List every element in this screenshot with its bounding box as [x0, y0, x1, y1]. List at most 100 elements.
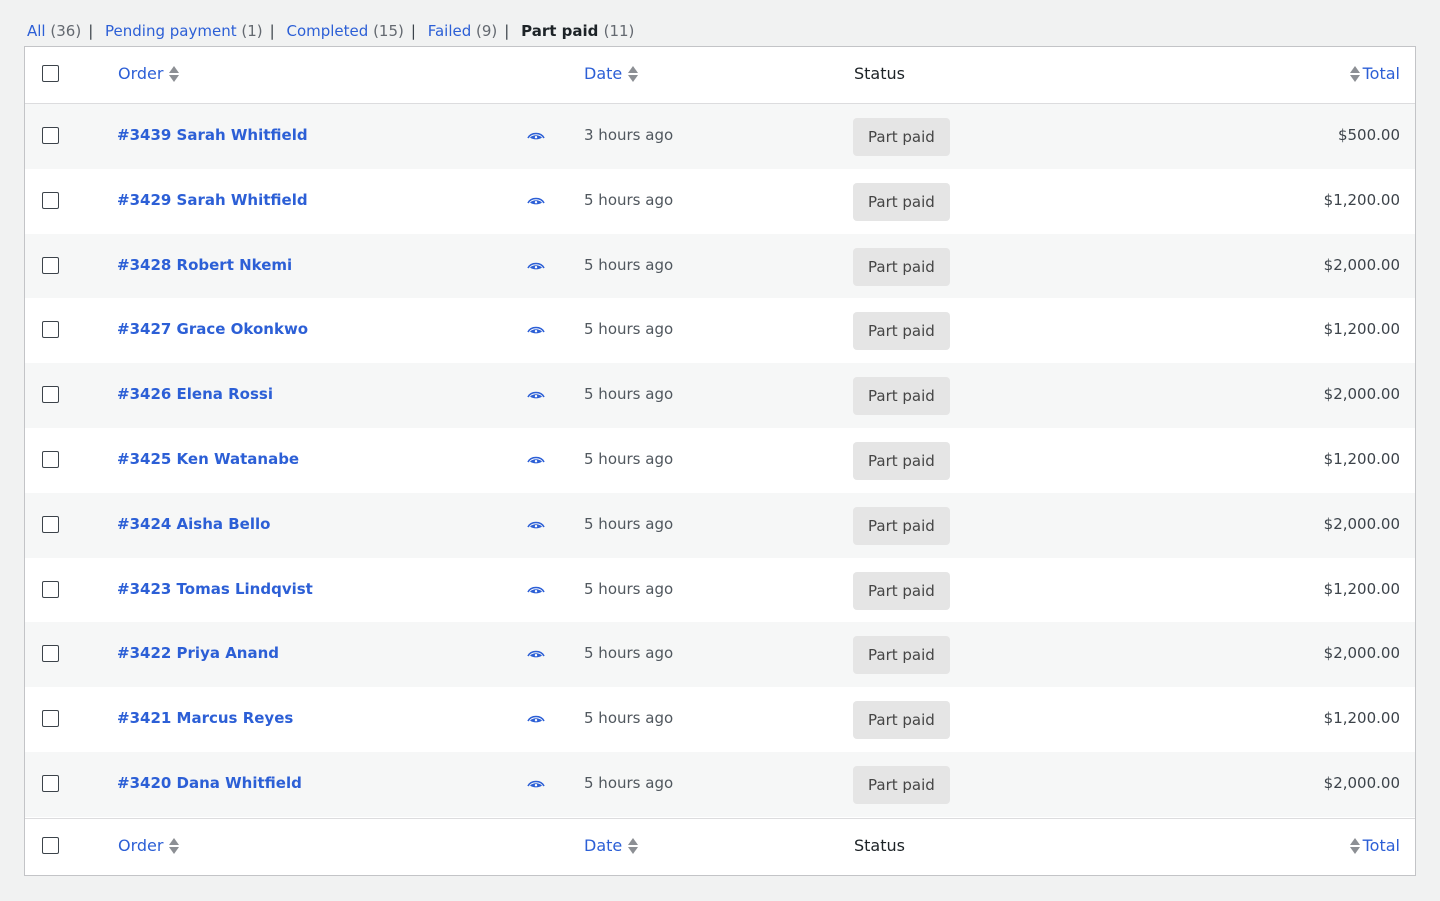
filter-failed: Failed (9) |: [428, 22, 521, 40]
column-footer-order[interactable]: Order: [118, 836, 180, 855]
row-checkbox[interactable]: [42, 450, 59, 468]
order-total: $1,200.00: [1323, 449, 1400, 468]
status-badge: Part paid: [853, 118, 950, 156]
filter-part-paid-label: Part paid: [521, 22, 599, 40]
table-row: #3426 Elena Rossi 5 hours ago Part paid $2,…: [25, 363, 1415, 428]
table-row: #3425 Ken Watanabe 5 hours ago Part paid $1…: [25, 427, 1415, 493]
order-link[interactable]: #3424 Aisha Bello: [117, 515, 270, 533]
row-checkbox[interactable]: [42, 580, 59, 598]
row-checkbox[interactable]: [42, 645, 59, 663]
order-date: 5 hours ago: [584, 190, 674, 209]
filter-all-link[interactable]: All (36): [27, 22, 81, 40]
filter-all-label: All: [27, 22, 46, 40]
order-link[interactable]: #3429 Sarah Whitfield: [117, 191, 308, 209]
filter-failed-link[interactable]: Failed (9): [428, 22, 498, 40]
order-link[interactable]: #3439 Sarah Whitfield: [117, 126, 308, 144]
order-date: 5 hours ago: [584, 449, 674, 468]
order-total: $1,200.00: [1323, 320, 1400, 339]
table-row: #3423 Tomas Lindqvist 5 hours ago Part pai…: [25, 557, 1415, 623]
order-link[interactable]: #3423 Tomas Lindqvist: [117, 580, 313, 598]
column-header-total[interactable]: Total: [1349, 64, 1400, 83]
order-total: $2,000.00: [1323, 644, 1400, 663]
sort-arrows-icon: [169, 65, 180, 83]
row-checkbox[interactable]: [42, 127, 59, 144]
order-total: $2,000.00: [1323, 385, 1400, 404]
order-link[interactable]: #3428 Robert Nkemi: [117, 256, 292, 274]
column-footer-date[interactable]: Date: [584, 836, 639, 855]
column-header-status: Status: [854, 64, 905, 83]
order-date: 5 hours ago: [584, 320, 674, 339]
select-all-checkbox-footer[interactable]: [42, 837, 59, 854]
eye-icon-svg: [527, 651, 545, 658]
order-link[interactable]: #3421 Marcus Reyes: [117, 709, 293, 727]
eye-icon[interactable]: [527, 259, 545, 273]
order-total: $1,200.00: [1323, 579, 1400, 598]
order-link[interactable]: #3420 Dana Whitfield: [117, 774, 302, 792]
table-footer: Order Date Status Total: [25, 818, 1415, 875]
order-total: $1,200.00: [1323, 190, 1400, 209]
table-row: #3424 Aisha Bello 5 hours ago Part paid $2,…: [25, 492, 1415, 558]
order-link[interactable]: #3425 Ken Watanabe: [117, 450, 299, 468]
status-badge: Part paid: [853, 571, 950, 610]
column-header-order-label: Order: [118, 64, 164, 83]
row-checkbox[interactable]: [42, 191, 59, 209]
row-checkbox[interactable]: [42, 515, 59, 533]
status-badge: Part paid: [853, 441, 950, 480]
table-row: #3428 Robert Nkemi 5 hours ago Part paid $2…: [25, 233, 1415, 299]
orders-table: Order Date Status Total #3439 Sarah Whit…: [24, 46, 1416, 876]
order-date: 5 hours ago: [584, 709, 674, 728]
eye-icon[interactable]: [527, 129, 545, 143]
column-header-date-label: Date: [584, 64, 623, 83]
row-checkbox[interactable]: [42, 321, 59, 339]
sort-arrows-icon: [1349, 837, 1360, 855]
status-badge: Part paid: [853, 636, 950, 675]
filter-part-paid: Part paid (11): [521, 22, 634, 40]
table-row: #3420 Dana Whitfield 5 hours ago Part paid…: [25, 751, 1415, 817]
column-header-order[interactable]: Order: [118, 64, 180, 83]
filter-pending-payment-count: (1): [241, 22, 263, 40]
eye-icon[interactable]: [527, 194, 545, 208]
eye-icon[interactable]: [527, 777, 545, 791]
filter-pending-payment-label: Pending payment: [105, 22, 237, 40]
status-badge: Part paid: [853, 312, 950, 351]
filter-completed: Completed (15) |: [286, 22, 427, 40]
row-checkbox[interactable]: [42, 710, 59, 728]
table-row: #3429 Sarah Whitfield 5 hours ago Part pai…: [25, 168, 1415, 234]
eye-icon-svg: [527, 521, 545, 529]
eye-icon[interactable]: [527, 518, 545, 532]
filter-part-paid-link[interactable]: Part paid (11): [521, 22, 634, 40]
eye-icon[interactable]: [527, 453, 545, 467]
order-date: 5 hours ago: [584, 579, 674, 598]
order-date: 5 hours ago: [584, 514, 674, 533]
order-link[interactable]: #3422 Priya Anand: [117, 644, 279, 662]
eye-icon-svg: [527, 262, 545, 269]
order-link[interactable]: #3427 Grace Okonkwo: [117, 320, 308, 338]
order-link[interactable]: #3426 Elena Rossi: [117, 385, 273, 403]
status-badge: Part paid: [853, 701, 950, 740]
column-header-date[interactable]: Date: [584, 64, 639, 83]
row-checkbox[interactable]: [42, 774, 59, 792]
eye-icon[interactable]: [527, 323, 545, 337]
filter-part-paid-count: (11): [603, 22, 635, 40]
sort-arrows-icon: [169, 837, 180, 855]
column-footer-date-label: Date: [584, 836, 623, 855]
order-total: $2,000.00: [1323, 773, 1400, 792]
filter-separator: |: [269, 22, 275, 40]
row-checkbox[interactable]: [42, 256, 59, 274]
filter-separator: |: [88, 22, 94, 40]
eye-icon-svg: [527, 327, 545, 334]
status-badge: Part paid: [853, 247, 950, 286]
column-header-total-label: Total: [1362, 64, 1400, 83]
table-row: #3427 Grace Okonkwo 5 hours ago Part paid $…: [25, 298, 1415, 364]
select-all-checkbox[interactable]: [42, 65, 59, 82]
eye-icon[interactable]: [527, 388, 545, 402]
filter-completed-count: (15): [373, 22, 404, 40]
filter-completed-link[interactable]: Completed (15): [286, 22, 403, 40]
eye-icon[interactable]: [527, 647, 545, 661]
column-footer-total[interactable]: Total: [1349, 836, 1400, 855]
filter-pending-payment-link[interactable]: Pending payment (1): [105, 22, 263, 40]
eye-icon[interactable]: [527, 712, 545, 726]
eye-icon[interactable]: [527, 583, 545, 597]
column-footer-total-label: Total: [1362, 836, 1400, 855]
row-checkbox[interactable]: [42, 386, 59, 404]
